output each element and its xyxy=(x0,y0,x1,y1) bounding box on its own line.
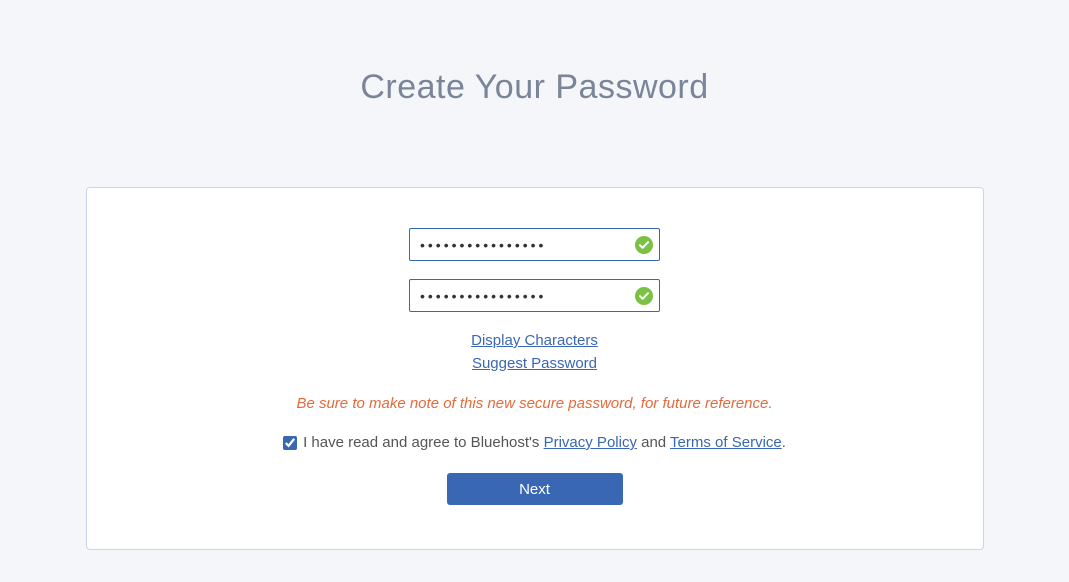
confirm-password-field-wrap xyxy=(409,279,660,312)
password-input[interactable] xyxy=(409,228,660,261)
next-button[interactable]: Next xyxy=(447,473,623,505)
suggest-password-link[interactable]: Suggest Password xyxy=(472,353,597,376)
terms-of-service-link[interactable]: Terms of Service xyxy=(670,434,782,451)
helper-links: Display Characters Suggest Password xyxy=(127,330,943,375)
password-note: Be sure to make note of this new secure … xyxy=(127,395,943,412)
agree-checkbox[interactable] xyxy=(283,436,297,450)
checkmark-icon xyxy=(634,235,654,255)
agreement-prefix: I have read and agree to Bluehost's xyxy=(303,434,544,451)
password-field-wrap xyxy=(409,228,660,261)
password-card: Display Characters Suggest Password Be s… xyxy=(86,187,984,550)
agreement-middle: and xyxy=(637,434,670,451)
confirm-password-input[interactable] xyxy=(409,279,660,312)
agreement-suffix: . xyxy=(782,434,786,451)
agreement-row: I have read and agree to Bluehost's Priv… xyxy=(127,434,943,451)
display-characters-link[interactable]: Display Characters xyxy=(471,330,598,353)
agreement-text: I have read and agree to Bluehost's Priv… xyxy=(303,434,786,451)
privacy-policy-link[interactable]: Privacy Policy xyxy=(544,434,637,451)
checkmark-icon xyxy=(634,286,654,306)
page-title: Create Your Password xyxy=(0,0,1069,147)
